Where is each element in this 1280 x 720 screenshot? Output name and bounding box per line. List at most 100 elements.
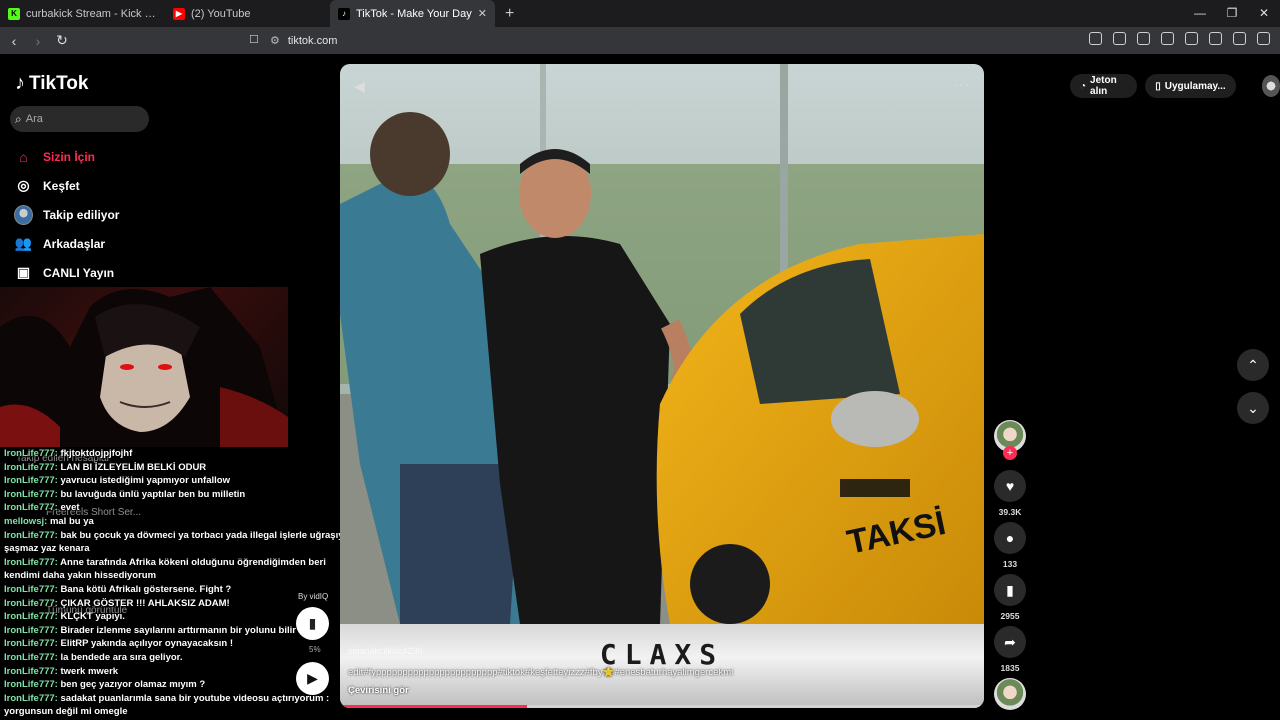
nav-live[interactable]: ▣ CANLI Yayın bbox=[14, 258, 119, 287]
vidiq-button[interactable]: ▮ bbox=[296, 607, 329, 640]
vidiq-percent: 5% bbox=[309, 645, 321, 654]
music-disc[interactable] bbox=[990, 678, 1030, 710]
share-button[interactable]: ➦ 1835 bbox=[990, 626, 1030, 673]
restore-icon[interactable]: ❐ bbox=[1216, 0, 1248, 27]
coins-label: Jeton alın bbox=[1090, 75, 1117, 97]
get-app-button[interactable]: ▯ Uygulamay... bbox=[1145, 74, 1236, 98]
video-author[interactable]: sinanakcilkilic4230 bbox=[348, 646, 423, 656]
tiktok-logo-icon: ♪ bbox=[15, 72, 25, 94]
window-controls: — ❐ ✕ bbox=[1184, 0, 1280, 27]
top-right-controls: ◔ Jeton alın ▯ Uygulamay... bbox=[1070, 74, 1280, 98]
like-button[interactable]: ♥ 39.3K bbox=[990, 470, 1030, 517]
compass-icon: ◎ bbox=[17, 177, 30, 193]
like-count: 39.3K bbox=[998, 507, 1022, 517]
phone-icon: ▯ bbox=[1155, 80, 1161, 92]
bookmark-icon[interactable]: ☐ bbox=[249, 33, 259, 46]
close-tab-icon[interactable]: ✕ bbox=[478, 7, 487, 20]
play-button[interactable]: ▶ bbox=[296, 662, 329, 695]
video-progress-bar[interactable] bbox=[340, 705, 984, 708]
streamer-webcam-overlay bbox=[0, 287, 288, 447]
extension-icon[interactable] bbox=[1113, 32, 1126, 45]
site-settings-icon[interactable]: ⚙ bbox=[270, 34, 280, 47]
chevron-down-icon: ⌄ bbox=[1247, 399, 1259, 416]
vpn-icon[interactable] bbox=[1233, 32, 1246, 45]
nav-label: Keşfet bbox=[43, 178, 80, 193]
following-avatar-icon bbox=[14, 204, 33, 225]
nav-label: CANLI Yayın bbox=[43, 265, 115, 280]
share-icon: ➦ bbox=[994, 626, 1026, 658]
close-window-icon[interactable]: ✕ bbox=[1248, 0, 1280, 27]
logo-text: TikTok bbox=[29, 72, 89, 94]
video-description: edit#fyppppppppppppppppppppppp#tiktok#ke… bbox=[348, 667, 734, 678]
progress-fill bbox=[340, 705, 527, 708]
youtube-icon: ▶ bbox=[173, 7, 185, 20]
tab-youtube[interactable]: ▶ (2) YouTube bbox=[165, 0, 330, 27]
next-video-button[interactable]: ⌄ bbox=[1237, 392, 1269, 424]
more-options-icon[interactable]: ··· bbox=[953, 76, 970, 92]
tab-title: (2) YouTube bbox=[191, 7, 251, 20]
bookmark-icon: ▮ bbox=[994, 574, 1026, 606]
chat-message: IronLife777: LAN BI İZLEYELİM BELKİ ODUR bbox=[4, 461, 207, 473]
follow-plus-icon[interactable]: + bbox=[1003, 446, 1017, 460]
back-icon[interactable]: ‹ bbox=[4, 33, 24, 49]
tiktok-icon: ♪ bbox=[338, 7, 350, 20]
nav-following[interactable]: Takip ediliyor bbox=[14, 200, 119, 229]
tiktok-logo[interactable]: ♪ TikTok bbox=[15, 72, 88, 95]
chat-message: IronLife777: ElitRP yakında açılıyor oyn… bbox=[4, 638, 233, 650]
see-translation-link[interactable]: Çevirisini gör bbox=[348, 685, 409, 696]
chat-message: IronLife777: sadakat puanlarımla sana bi… bbox=[4, 692, 330, 718]
video-player[interactable]: TAKSİ ◀ ··· CLAXS sinanakcilkilic4230 ed… bbox=[340, 64, 984, 708]
home-icon: ⌂ bbox=[19, 148, 28, 165]
search-icon: ⌕ bbox=[15, 111, 22, 126]
search-placeholder: Ara bbox=[25, 113, 43, 125]
vidiq-label: By vidIQ bbox=[298, 592, 329, 601]
nav-for-you[interactable]: ⌂ Sizin İçin bbox=[14, 142, 119, 171]
share-count: 1835 bbox=[1000, 663, 1020, 673]
address-bar: ‹ › ↻ ☐ ⚙ tiktok.com bbox=[0, 27, 1280, 54]
previous-video-button[interactable]: ⌃ bbox=[1237, 349, 1269, 381]
vidiq-icon: ▮ bbox=[308, 615, 317, 631]
nav-explore[interactable]: ◎ Keşfet bbox=[14, 171, 119, 200]
nav-label: Sizin İçin bbox=[43, 149, 96, 164]
friends-icon: 👥 bbox=[14, 235, 33, 251]
mute-icon[interactable]: ◀ bbox=[354, 78, 365, 95]
forward-icon[interactable]: › bbox=[28, 33, 48, 49]
main-nav: ⌂ Sizin İçin ◎ Keşfet Takip ediliyor 👥 A… bbox=[14, 142, 119, 287]
profile-avatar[interactable] bbox=[1261, 75, 1280, 97]
url-text: tiktok.com bbox=[287, 34, 338, 47]
chat-message: IronLife777: fkjtoktdojpjfojhf bbox=[4, 448, 133, 459]
comment-icon: ● bbox=[994, 522, 1026, 554]
chat-message: IronLife777: Anne tarafında Afrika köken… bbox=[4, 556, 326, 582]
tab-title: TikTok - Make Your Day bbox=[356, 7, 472, 20]
music-icon[interactable] bbox=[1137, 32, 1150, 45]
play-icon: ▶ bbox=[307, 670, 318, 686]
save-count: 2955 bbox=[1000, 611, 1020, 621]
minimize-icon[interactable]: — bbox=[1184, 0, 1216, 27]
get-coins-button[interactable]: ◔ Jeton alın bbox=[1070, 74, 1138, 98]
menu-icon[interactable] bbox=[1257, 32, 1270, 45]
app-label: Uygulamay... bbox=[1164, 80, 1226, 92]
music-avatar bbox=[994, 678, 1026, 710]
browser-tab-bar: K curbakick Stream - Kick Dashboa ▶ (2) … bbox=[0, 0, 1280, 27]
comment-count: 133 bbox=[1002, 559, 1018, 569]
chat-message: mellowsj: mal bu ya bbox=[4, 515, 94, 527]
url-field[interactable]: ⚙ tiktok.com bbox=[270, 31, 990, 50]
chat-message: IronLife777: bak bu çocuk ya dövmeci ya … bbox=[4, 529, 354, 555]
search-input[interactable]: ⌕ Ara bbox=[10, 106, 149, 132]
tab-tiktok[interactable]: ♪ TikTok - Make Your Day ✕ bbox=[330, 0, 495, 27]
nav-friends[interactable]: 👥 Arkadaşlar bbox=[14, 229, 119, 258]
new-tab-button[interactable]: + bbox=[495, 5, 524, 23]
extensions-toolbar bbox=[1089, 32, 1270, 45]
save-button[interactable]: ▮ 2955 bbox=[990, 574, 1030, 621]
chat-message: IronLife777: bu lavuğuda ünlü yaptılar b… bbox=[4, 488, 246, 500]
tab-kick[interactable]: K curbakick Stream - Kick Dashboa bbox=[0, 0, 165, 27]
live-icon: ▣ bbox=[16, 264, 31, 280]
reload-icon[interactable]: ↻ bbox=[52, 32, 72, 49]
wallet-icon[interactable] bbox=[1185, 32, 1198, 45]
comment-button[interactable]: ● 133 bbox=[990, 522, 1030, 569]
sidebar-icon[interactable] bbox=[1161, 32, 1174, 45]
ai-icon[interactable] bbox=[1209, 32, 1222, 45]
creator-avatar[interactable]: + bbox=[990, 420, 1030, 460]
coin-icon: ◔ bbox=[1080, 80, 1087, 92]
extension-icon[interactable] bbox=[1089, 32, 1102, 45]
